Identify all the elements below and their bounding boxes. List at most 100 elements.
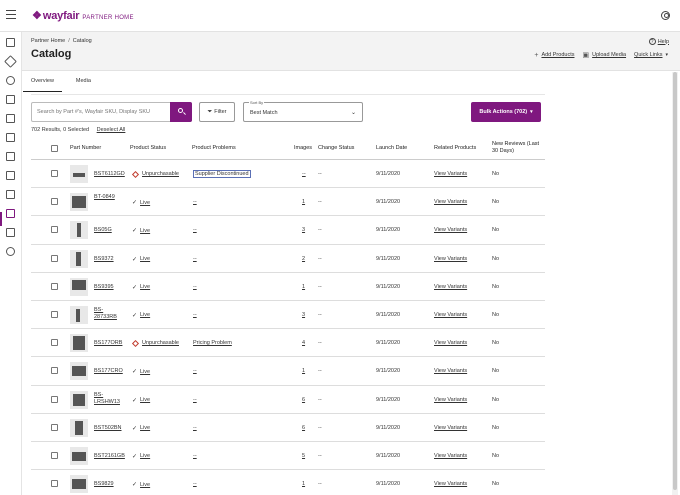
images-count-link[interactable]: 2 <box>302 256 305 262</box>
part-number-link[interactable]: BST6112GD <box>94 171 125 177</box>
product-problems-link[interactable]: -- <box>193 481 197 487</box>
view-variants-link[interactable]: View Variants <box>434 425 467 431</box>
part-number-link[interactable]: BS9372 <box>94 256 114 262</box>
part-number-link[interactable]: BS9829 <box>94 481 114 487</box>
images-count-link[interactable]: 6 <box>302 425 305 431</box>
bulk-actions-button[interactable]: Bulk Actions (702) ▾ <box>471 102 541 122</box>
product-status[interactable]: ✓ Live <box>132 425 150 432</box>
row-checkbox[interactable] <box>51 254 58 262</box>
wayfair-logo[interactable]: ❖ wayfair PARTNER HOME <box>32 9 134 22</box>
product-problems-link[interactable]: -- <box>193 284 197 290</box>
row-checkbox[interactable] <box>51 310 58 318</box>
quick-links-dropdown[interactable]: Quick Links ▾ <box>634 51 668 59</box>
help-link[interactable]: ? Help <box>648 38 669 45</box>
search-input[interactable] <box>37 109 167 115</box>
breadcrumb-partner-home[interactable]: Partner Home <box>31 38 65 44</box>
col-product-problems[interactable]: Product Problems <box>192 145 236 151</box>
product-problems-link[interactable]: -- <box>193 256 197 262</box>
images-count-link[interactable]: 1 <box>302 481 305 487</box>
part-number-link[interactable]: BS177ORB <box>94 340 122 346</box>
row-checkbox[interactable] <box>51 423 58 431</box>
view-variants-link[interactable]: View Variants <box>434 171 467 177</box>
sidebar-help-icon[interactable] <box>6 247 15 256</box>
row-checkbox[interactable] <box>51 282 58 290</box>
sidebar-orders-icon[interactable] <box>6 114 15 123</box>
sidebar-reports-icon[interactable] <box>6 171 15 180</box>
product-thumbnail[interactable] <box>70 475 88 494</box>
sidebar-dashboard-icon[interactable] <box>6 38 15 47</box>
part-number-link[interactable]: BST502BN <box>94 425 122 431</box>
sidebar-image-icon[interactable] <box>6 95 15 104</box>
view-variants-link[interactable]: View Variants <box>434 256 467 262</box>
row-checkbox[interactable] <box>51 395 58 403</box>
product-status[interactable]: ✓ Live <box>132 227 150 235</box>
add-products-button[interactable]: + Add Products <box>534 51 574 59</box>
row-checkbox[interactable] <box>51 198 58 206</box>
sidebar-shipping-icon[interactable] <box>6 190 15 199</box>
part-number-link[interactable]: BS9395 <box>94 284 114 290</box>
product-thumbnail[interactable] <box>70 305 88 324</box>
user-account-icon[interactable] <box>661 11 670 20</box>
row-checkbox[interactable] <box>51 170 58 177</box>
product-status[interactable]: ✓ Live <box>132 312 150 319</box>
product-thumbnail[interactable] <box>70 193 88 212</box>
images-count-link[interactable]: 3 <box>302 227 305 233</box>
view-variants-link[interactable]: View Variants <box>434 312 467 318</box>
col-part-number[interactable]: Part Number <box>70 145 101 151</box>
col-product-status[interactable]: Product Status <box>130 145 166 151</box>
scrollbar-thumb[interactable] <box>673 72 677 490</box>
search-button[interactable] <box>170 102 192 122</box>
product-status[interactable]: Unpurchasable <box>131 170 179 178</box>
images-count-link[interactable]: 1 <box>302 199 305 205</box>
product-status[interactable]: ✓ Live <box>132 397 150 404</box>
product-problems-link[interactable]: Pricing Problem <box>193 340 232 346</box>
menu-icon[interactable] <box>6 10 16 20</box>
tab-overview[interactable]: Overview <box>23 78 62 92</box>
product-problems-link[interactable]: -- <box>193 368 197 374</box>
images-count-link[interactable]: 5 <box>302 453 305 459</box>
view-variants-link[interactable]: View Variants <box>434 284 467 290</box>
row-checkbox[interactable] <box>51 367 58 375</box>
images-count-link[interactable]: 1 <box>302 284 305 290</box>
product-status[interactable]: ✓ Live <box>132 453 150 460</box>
sidebar-catalog-icon[interactable] <box>6 209 15 218</box>
row-checkbox[interactable] <box>51 339 58 347</box>
images-count-link[interactable]: -- <box>302 171 306 177</box>
part-number-link[interactable]: BS177CRO <box>94 368 123 374</box>
product-thumbnail[interactable] <box>70 418 88 437</box>
product-status[interactable]: ✓ Live <box>132 199 150 207</box>
part-number-link[interactable]: BS05G <box>94 227 112 233</box>
part-number-link[interactable]: BS-LRSHW13 <box>94 392 124 406</box>
product-status[interactable]: Unpurchasable <box>131 339 179 347</box>
part-number-link[interactable]: BT-0849 <box>94 194 124 201</box>
product-problems-link[interactable]: -- <box>193 199 197 205</box>
view-variants-link[interactable]: View Variants <box>434 481 467 487</box>
images-count-link[interactable]: 6 <box>302 397 305 403</box>
view-variants-link[interactable]: View Variants <box>434 340 467 346</box>
sidebar-tag-icon[interactable] <box>4 55 17 68</box>
view-variants-link[interactable]: View Variants <box>434 397 467 403</box>
part-number-link[interactable]: BST2161GB <box>94 453 125 459</box>
product-status[interactable]: ✓ Live <box>132 368 150 376</box>
product-problems-link[interactable]: -- <box>193 425 197 431</box>
sidebar-documents-icon[interactable] <box>6 228 15 237</box>
view-variants-link[interactable]: View Variants <box>434 368 467 374</box>
product-problems-link[interactable]: -- <box>193 453 197 459</box>
row-checkbox[interactable] <box>51 226 58 234</box>
select-all-checkbox[interactable] <box>51 145 58 152</box>
product-thumbnail[interactable] <box>70 221 88 240</box>
view-variants-link[interactable]: View Variants <box>434 227 467 233</box>
product-status[interactable]: ✓ Live <box>132 284 150 291</box>
product-problems-link[interactable]: -- <box>193 397 197 403</box>
product-thumbnail[interactable] <box>70 362 88 381</box>
product-thumbnail[interactable] <box>70 249 88 268</box>
product-problems-link[interactable]: Supplier Discontinued <box>193 170 251 178</box>
product-thumbnail[interactable] <box>70 390 88 409</box>
sidebar-inventory-icon[interactable] <box>6 133 15 142</box>
col-change-status[interactable]: Change Status <box>318 145 354 151</box>
images-count-link[interactable]: 1 <box>302 368 305 374</box>
sidebar-pricing-icon[interactable] <box>6 152 15 161</box>
images-count-link[interactable]: 3 <box>302 312 305 318</box>
tab-media[interactable]: Media <box>76 78 91 92</box>
col-images[interactable]: Images <box>294 145 312 151</box>
